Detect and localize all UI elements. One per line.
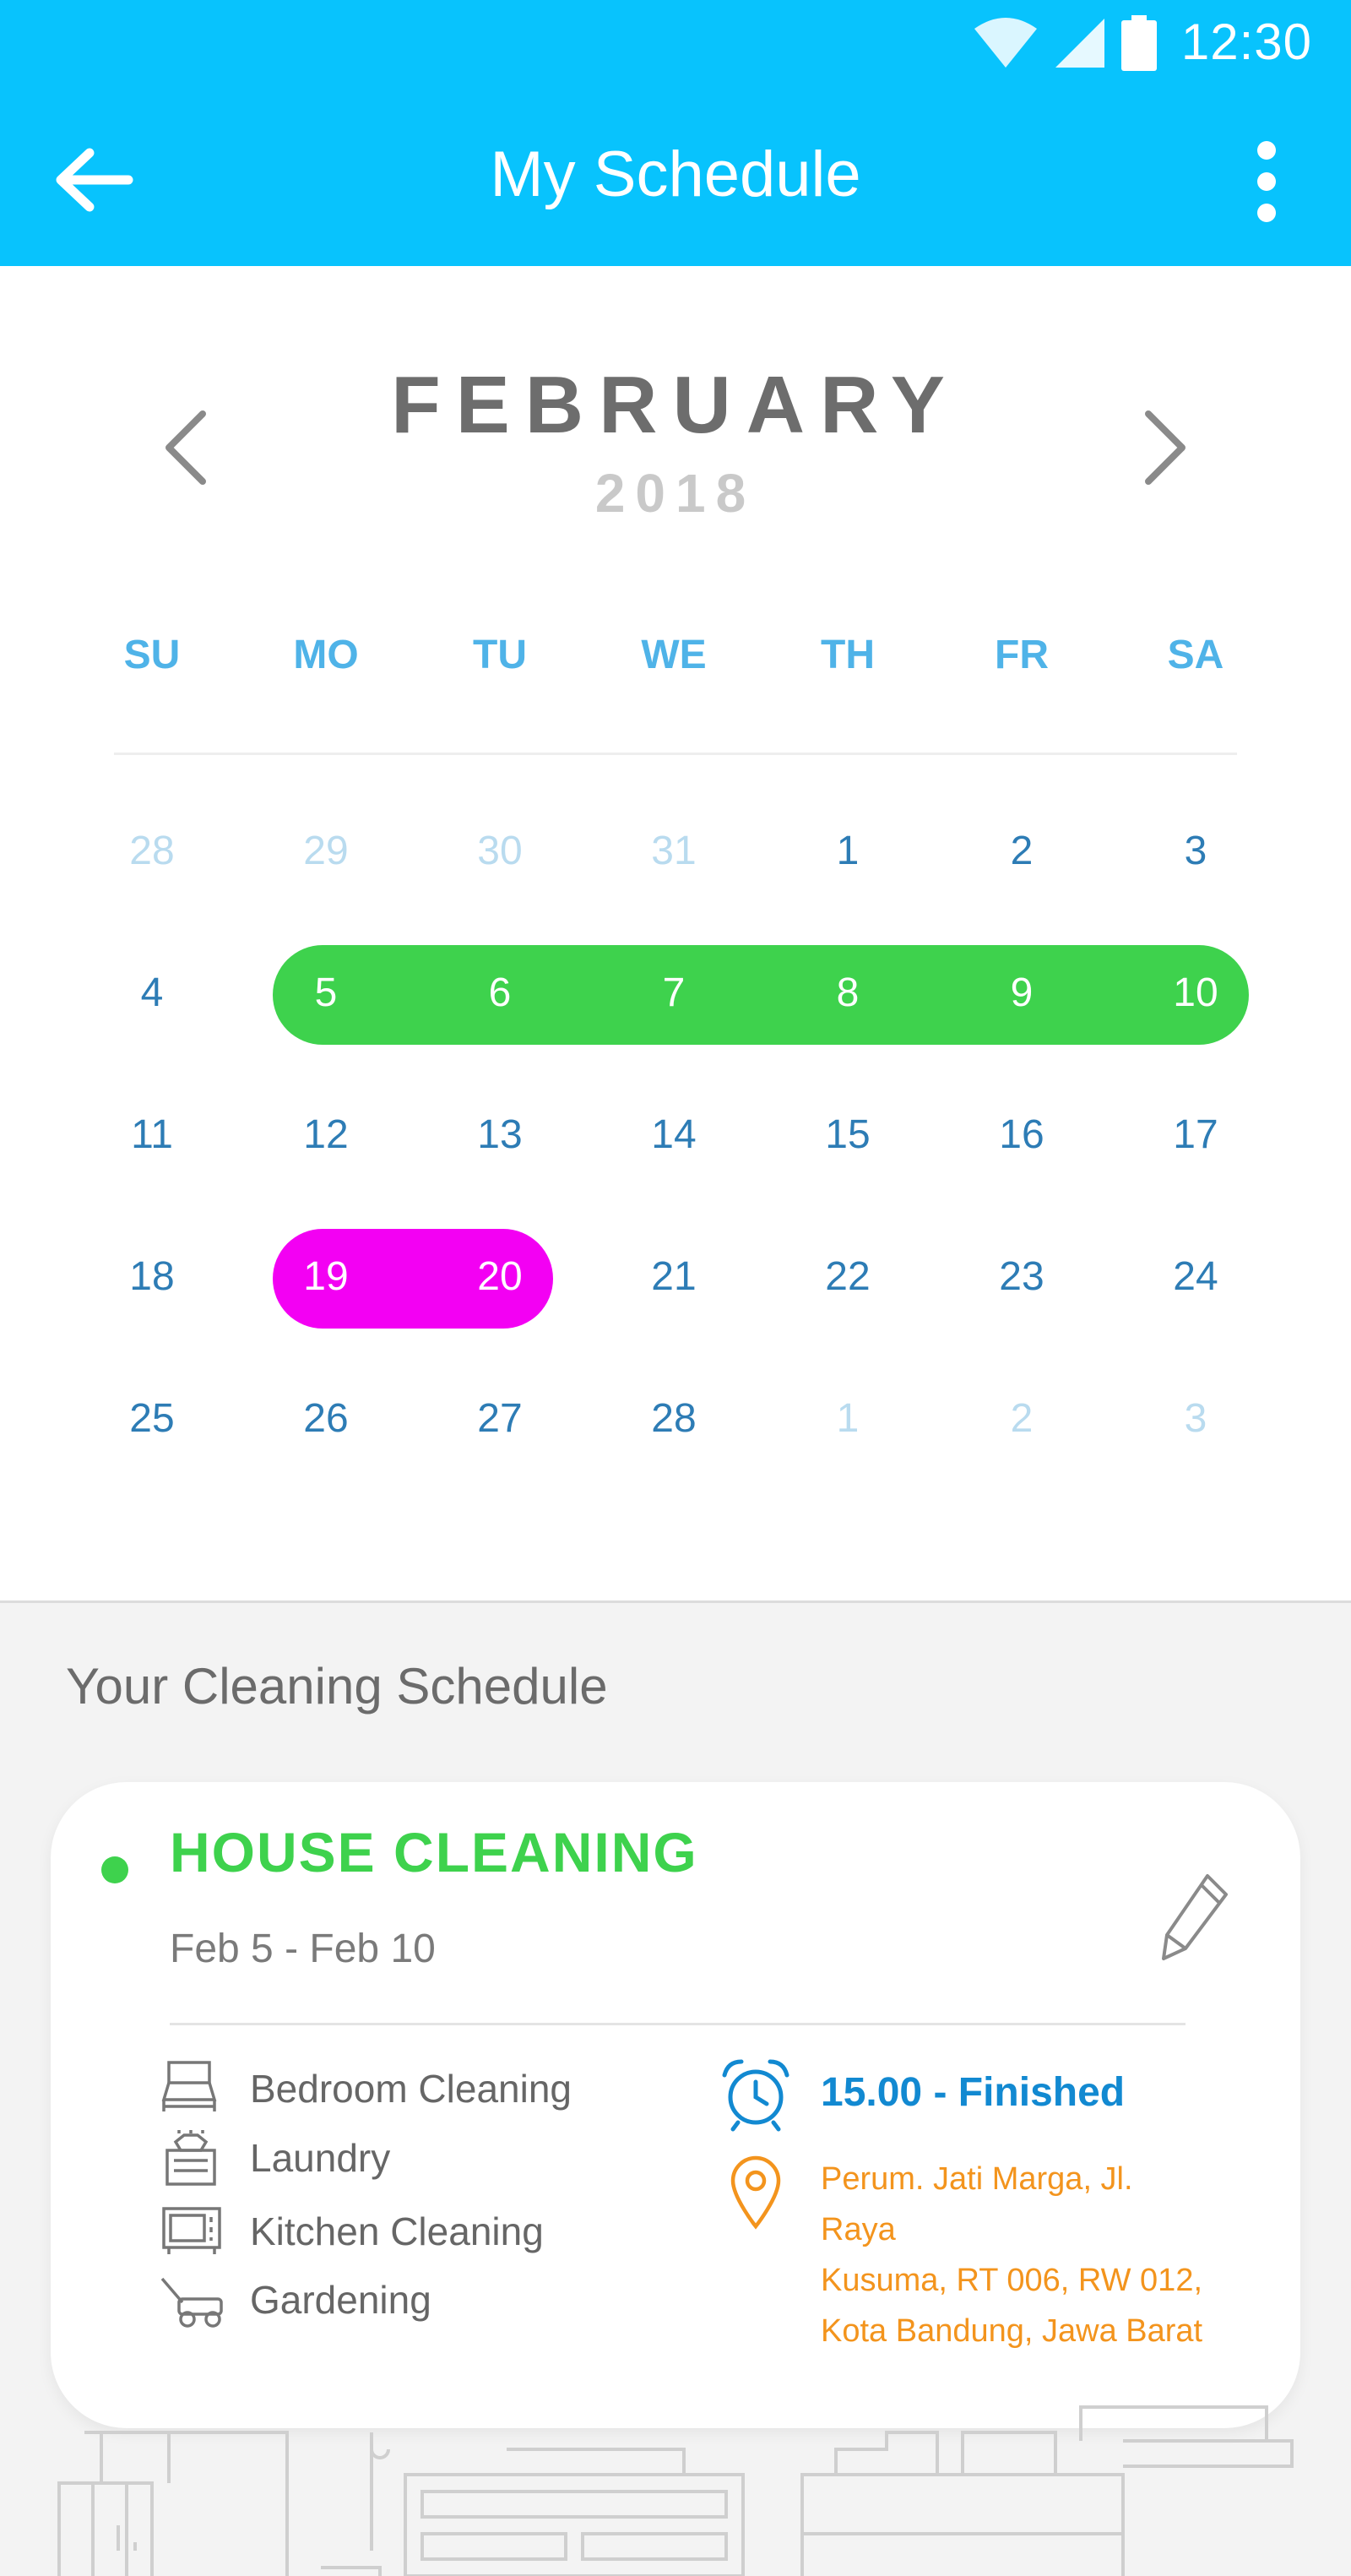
calendar-day[interactable]: 31	[587, 828, 761, 874]
signal-icon	[1055, 19, 1104, 68]
weekday-label: TH	[821, 633, 875, 677]
calendar-day[interactable]: 10	[1109, 970, 1283, 1016]
calendar-day[interactable]: 15	[761, 1111, 935, 1158]
wifi-icon	[974, 18, 1037, 68]
calendar-day[interactable]: 14	[587, 1111, 761, 1158]
calendar-day[interactable]: 12	[239, 1111, 413, 1158]
calendar-day[interactable]: 28	[65, 828, 239, 874]
bed-icon	[161, 2061, 217, 2111]
calendar-day[interactable]: 25	[65, 1395, 239, 1442]
calendar-day[interactable]: 6	[413, 970, 587, 1016]
laundry-icon	[165, 2130, 216, 2186]
chevron-right-icon[interactable]	[1131, 405, 1199, 490]
calendar-day[interactable]: 22	[761, 1253, 935, 1300]
task-label: Bedroom Cleaning	[250, 2067, 572, 2111]
calendar-day[interactable]: 4	[65, 970, 239, 1016]
microwave-icon	[162, 2207, 221, 2254]
task-label: Kitchen Cleaning	[250, 2209, 544, 2253]
calendar-day[interactable]: 29	[239, 828, 413, 874]
calendar-day[interactable]: 17	[1109, 1111, 1283, 1158]
schedule-card[interactable]: HOUSE CLEANING Feb 5 - Feb 10 Bedroom Cl…	[51, 1782, 1300, 2428]
address: Perum. Jati Marga, Jl. Raya Kusuma, RT 0…	[821, 2154, 1209, 2356]
weekday-label: SA	[1167, 633, 1224, 677]
calendar-day[interactable]: 11	[65, 1111, 239, 1158]
section-title: Your Cleaning Schedule	[66, 1658, 608, 1715]
calendar-day[interactable]: 1	[761, 828, 935, 874]
page-title: My Schedule	[490, 139, 861, 210]
location-pin-icon	[730, 2155, 781, 2230]
calendar-day[interactable]: 16	[935, 1111, 1109, 1158]
lawn-mower-icon	[160, 2277, 223, 2328]
calendar: FEBRUARY 2018 SU MO TU WE TH FR SA 28 29 30 31 1 2 3…	[0, 266, 1351, 1603]
calendar-day[interactable]: 27	[413, 1395, 587, 1442]
calendar-day[interactable]: 28	[587, 1395, 761, 1442]
calendar-day[interactable]: 2	[935, 1395, 1109, 1442]
task-label: Gardening	[250, 2278, 431, 2322]
weekday-label: WE	[641, 633, 707, 677]
status-dot	[101, 1856, 128, 1883]
calendar-day[interactable]: 26	[239, 1395, 413, 1442]
task-label: Laundry	[250, 2136, 391, 2180]
weekday-label: TU	[473, 633, 527, 677]
weekday-label: SU	[123, 633, 181, 677]
calendar-day[interactable]: 1	[761, 1395, 935, 1442]
more-vert-icon[interactable]	[1241, 135, 1292, 228]
calendar-day[interactable]: 7	[587, 970, 761, 1016]
calendar-day[interactable]: 9	[935, 970, 1109, 1016]
calendar-day[interactable]: 13	[413, 1111, 587, 1158]
time-status: 15.00 - Finished	[821, 2070, 1126, 2115]
room-illustration	[57, 2405, 1294, 2576]
weekday-label: FR	[995, 633, 1049, 677]
address-line: Kusuma, RT 006, RW 012,	[821, 2263, 1203, 2298]
clock-time: 12:30	[1180, 14, 1312, 70]
card-divider	[170, 2023, 1186, 2025]
calendar-day[interactable]: 23	[935, 1253, 1109, 1300]
address-line: Kota Bandung, Jawa Barat	[821, 2313, 1203, 2349]
alarm-clock-icon	[722, 2059, 789, 2132]
battery-icon	[1121, 15, 1157, 71]
calendar-day[interactable]: 21	[587, 1253, 761, 1300]
pencil-icon[interactable]	[1157, 1871, 1233, 1964]
status-bar: 12:30	[0, 0, 1351, 89]
calendar-divider	[114, 753, 1237, 755]
calendar-day[interactable]: 30	[413, 828, 587, 874]
calendar-day[interactable]: 3	[1109, 1395, 1283, 1442]
calendar-day[interactable]: 2	[935, 828, 1109, 874]
calendar-day[interactable]: 24	[1109, 1253, 1283, 1300]
calendar-day[interactable]: 8	[761, 970, 935, 1016]
weekday-header: SU MO TU WE TH FR SA	[0, 632, 1351, 699]
weekday-label: MO	[293, 633, 359, 677]
calendar-day[interactable]: 20	[413, 1253, 587, 1300]
card-dates: Feb 5 - Feb 10	[170, 1927, 436, 1971]
card-title: HOUSE CLEANING	[170, 1821, 698, 1883]
calendar-day[interactable]: 3	[1109, 828, 1283, 874]
calendar-day[interactable]: 19	[239, 1253, 413, 1300]
address-line: Perum. Jati Marga, Jl. Raya	[821, 2161, 1133, 2247]
calendar-day[interactable]: 18	[65, 1253, 239, 1300]
calendar-day[interactable]: 5	[239, 970, 413, 1016]
